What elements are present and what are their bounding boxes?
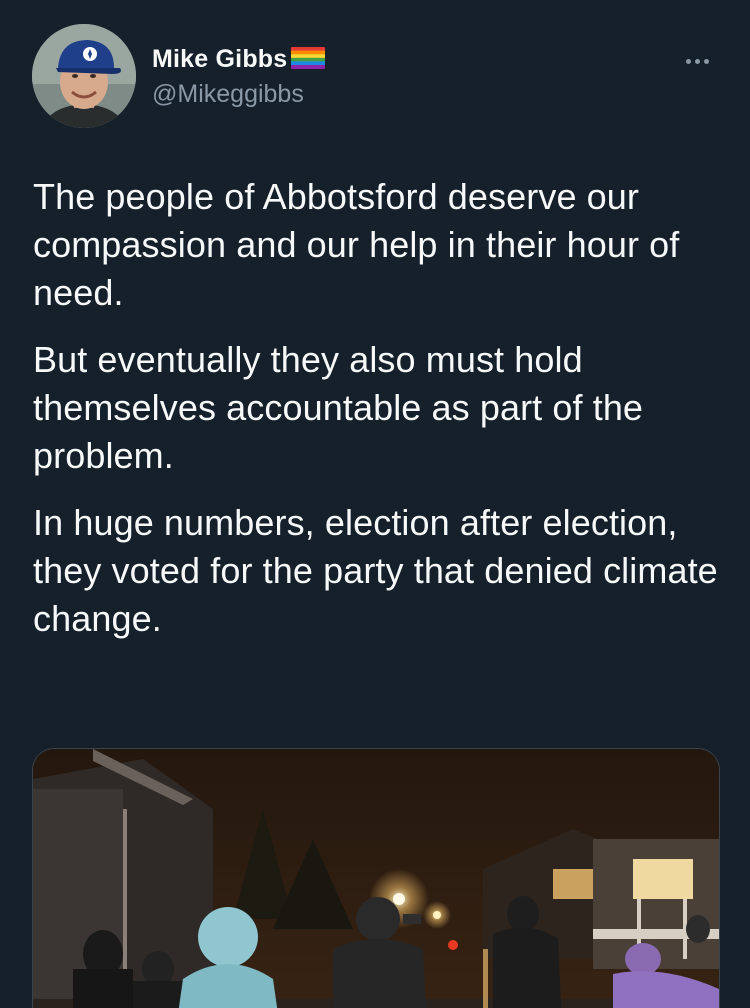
tweet-paragraph: But eventually they also must hold thems… <box>33 339 644 476</box>
more-dot <box>694 58 700 64</box>
tweet-paragraph: In huge numbers, election after election… <box>33 502 718 639</box>
more-options-icon[interactable] <box>674 48 720 74</box>
avatar[interactable] <box>32 24 136 128</box>
more-dot <box>685 58 691 64</box>
tweet-text: The people of Abbotsford deserve our com… <box>33 173 723 662</box>
author-info[interactable]: Mike Gibbs @Mikeggibbs <box>152 42 326 109</box>
tweet-media-image[interactable] <box>32 748 720 1008</box>
tweet-card: Mike Gibbs @Mikeggibbs The people of Abb… <box>0 0 750 1008</box>
night-street-photo-icon <box>33 749 719 1008</box>
handle[interactable]: @Mikeggibbs <box>152 80 325 109</box>
avatar-photo-icon <box>32 24 136 128</box>
display-name[interactable]: Mike Gibbs <box>152 45 287 74</box>
name-row: Mike Gibbs <box>152 42 326 76</box>
more-dot <box>703 58 709 64</box>
tweet-paragraph: The people of Abbotsford deserve our com… <box>33 176 680 313</box>
rainbow-flag-icon <box>291 47 326 69</box>
